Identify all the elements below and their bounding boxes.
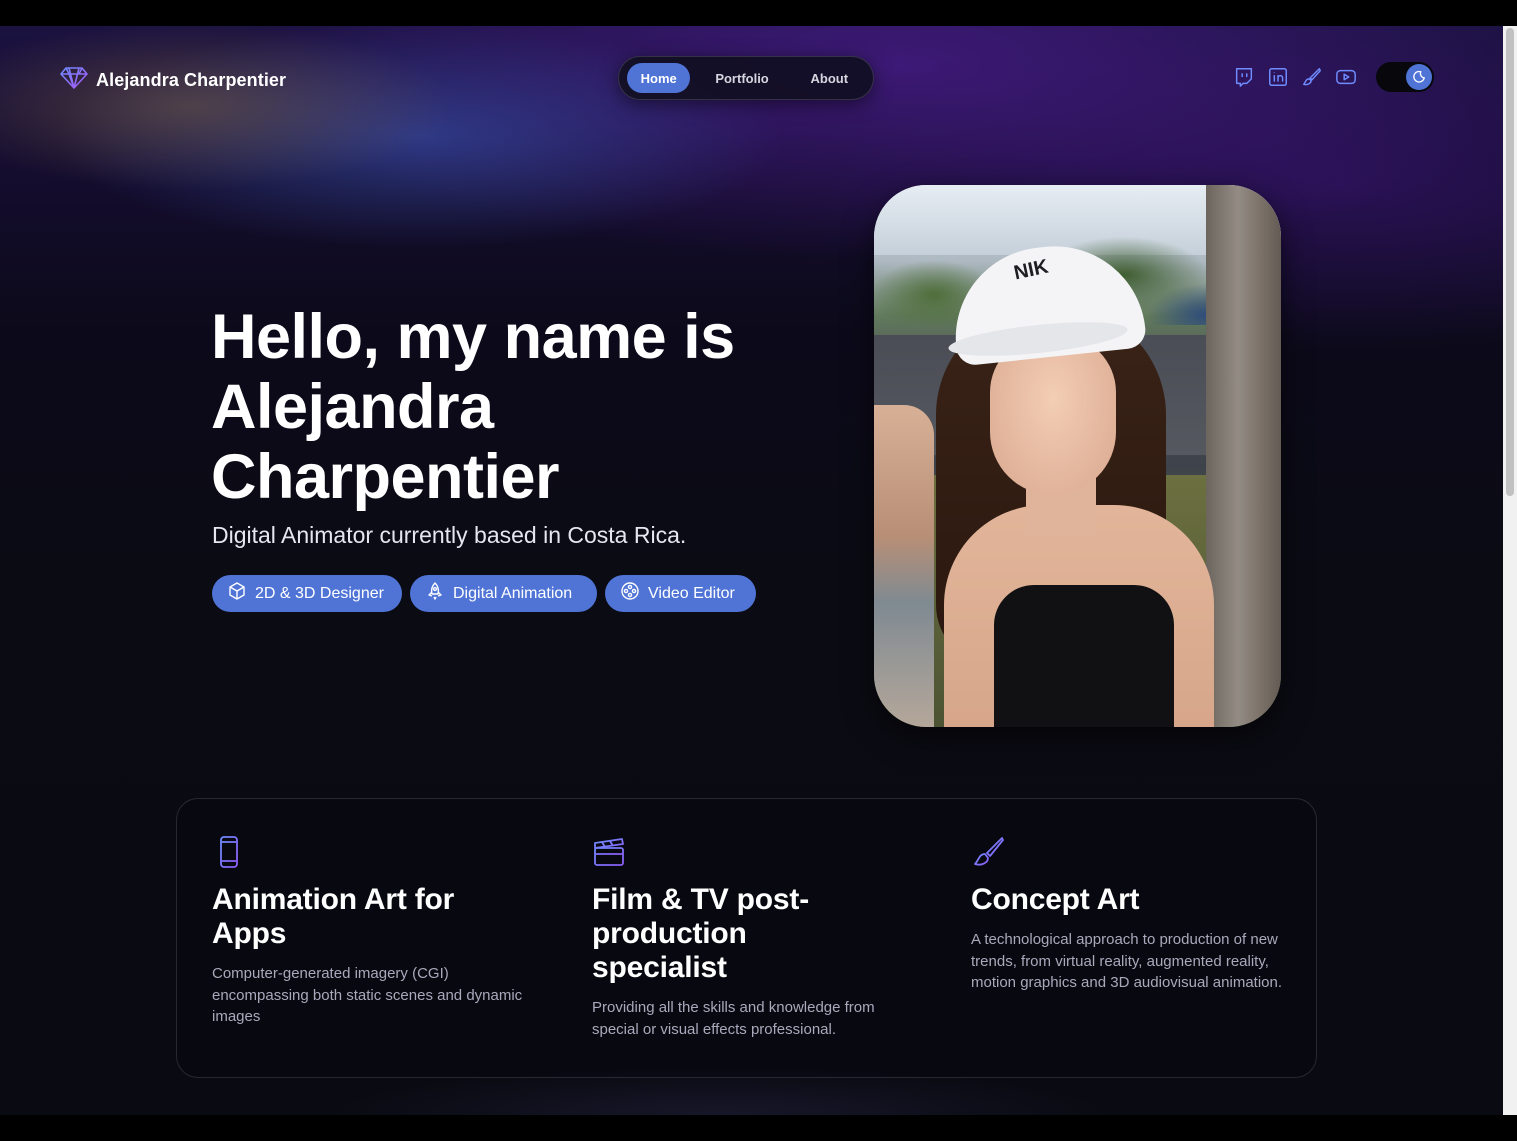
browser-bottom-bar [0,1115,1517,1141]
portrait-photo: NIK [874,185,1281,727]
nav-home[interactable]: Home [627,63,691,93]
chip-label: 2D & 3D Designer [255,584,384,602]
chip-video-editor[interactable]: Video Editor [605,575,756,612]
feature-title: Film & TV post-production specialist [592,883,809,984]
theme-toggle[interactable] [1376,62,1434,92]
features-card: Animation Art for Apps Computer-generate… [176,798,1317,1078]
social-links [1232,65,1358,89]
feature-title: Concept Art [971,883,1140,916]
moon-icon [1406,64,1432,90]
hero-subtitle: Digital Animator currently based in Cost… [212,522,687,548]
scrollbar-thumb[interactable] [1506,28,1514,496]
chip-digital-animation[interactable]: Digital Animation [410,575,597,612]
youtube-icon[interactable] [1334,65,1358,89]
skill-chips: 2D & 3D Designer Digital Animation Video… [212,575,756,612]
hero-title: Hello, my name is Alejandra Charpentier [211,302,735,512]
brand[interactable]: Alejandra Charpentier [60,66,286,95]
chip-label: Digital Animation [453,584,573,602]
main-nav: Home Portfolio About [618,56,874,100]
cube-icon [227,581,247,606]
feature-description: Computer-generated imagery (CGI) encompa… [212,965,523,1025]
page-viewport: Alejandra Charpentier Home Portfolio Abo… [0,26,1503,1115]
feature-description: Providing all the skills and knowledge f… [592,999,875,1038]
brush-icon[interactable] [1300,65,1324,89]
browser-top-bar [0,0,1517,26]
brush-icon [971,835,1007,871]
chip-2d-3d-designer[interactable]: 2D & 3D Designer [212,575,402,612]
feature-description: A technological approach to production o… [971,931,1283,991]
film-reel-icon [620,581,640,606]
phone-icon [212,835,248,871]
nav-portfolio[interactable]: Portfolio [694,63,789,93]
brand-name: Alejandra Charpentier [96,70,287,90]
twitch-icon[interactable] [1232,65,1256,89]
scrollbar[interactable] [1503,26,1517,1115]
diamond-icon [60,66,88,95]
rocket-icon [425,581,445,606]
feature-title: Animation Art for Apps [212,883,455,950]
clapperboard-icon [592,835,628,871]
nav-about[interactable]: About [794,63,865,93]
chip-label: Video Editor [648,584,735,602]
linkedin-icon[interactable] [1266,65,1290,89]
